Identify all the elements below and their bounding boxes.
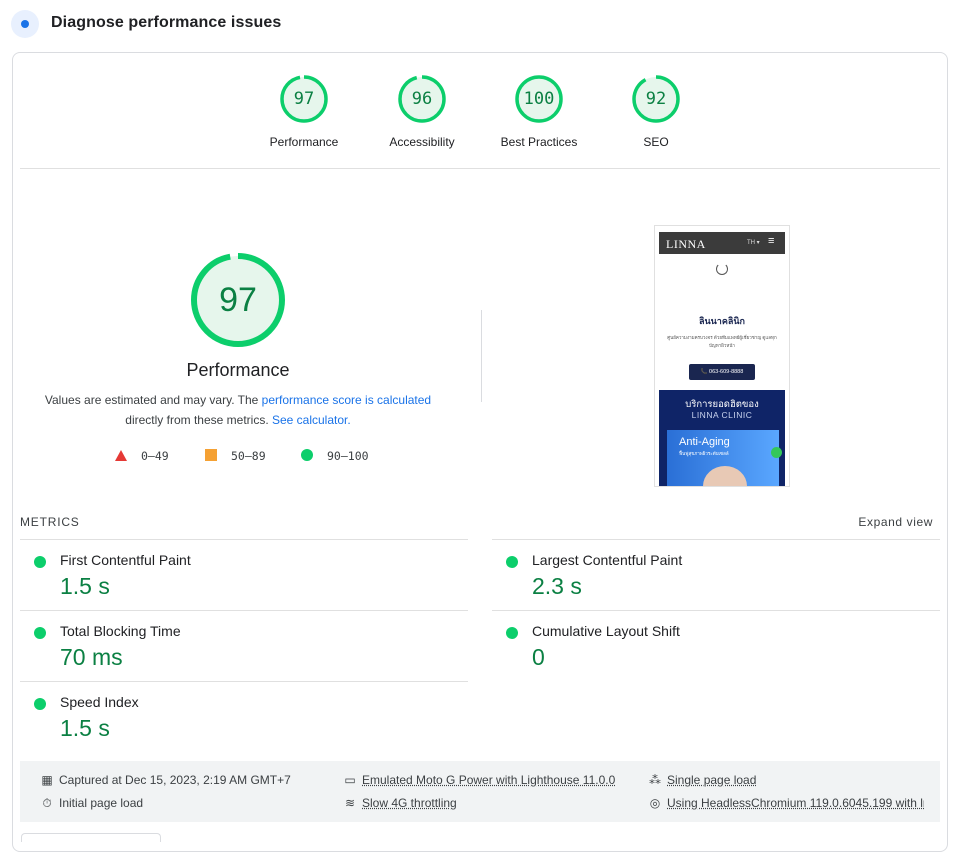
legend-fail: 0–49 [115,449,169,463]
metric-label: Cumulative Layout Shift [532,623,680,639]
triangle-icon [115,450,127,461]
gauge-label-accessibility: Accessibility [389,135,455,149]
vertical-divider [481,310,482,402]
diagnostics-icon [11,10,39,38]
metric-si: Speed Index 1.5 s [20,681,468,753]
circle-icon [301,449,313,461]
performance-title: Performance [186,360,290,380]
thumb-services-section: บริการยอดฮิตของ LINNA CLINIC Anti-Aging … [659,390,785,486]
metric-value: 70 ms [60,644,123,670]
metric-value: 0 [532,644,545,670]
gauge-label-seo: SEO [643,135,669,149]
section-title: Diagnose performance issues [51,14,282,31]
people-icon: ⁂ [649,773,661,787]
footer-single-load[interactable]: ⁂ Single page load [648,773,756,787]
legend-fail-label: 0–49 [141,449,169,463]
metric-label: Largest Contentful Paint [532,552,683,568]
thumb-promo-panel: Anti-Aging ฟื้นฟูสุขภาพผิวระดับเซลล์ [667,430,782,486]
page-screenshot-thumbnail[interactable]: LINNA TH ▾ ≡ ลินนาคลินิก ศูนย์ความงามครบ… [654,225,790,487]
gauge-score-best-practices: 100 [523,89,555,109]
footer-captured: ▦ Captured at Dec 15, 2023, 2:19 AM GMT+7 [41,773,291,787]
thumb-logo: LINNA [666,237,706,251]
view-treemap-button[interactable] [21,833,161,842]
gauge-score-performance: 97 [293,89,315,109]
performance-big-score: 97 [219,281,257,319]
category-gauges: 97 Performance 96 Accessibility 100 Best… [20,52,940,169]
section-header: Diagnose performance issues [0,0,960,48]
timer-icon: ⏱ [42,796,52,810]
thumb-promo-title: Anti-Aging [679,436,730,448]
legend-pass: 90–100 [301,449,369,463]
thumb-brand: ลินนาคลินิก [698,316,745,326]
metric-label: Speed Index [60,694,139,710]
gauge-accessibility[interactable]: 96 Accessibility [367,74,477,149]
hamburger-icon: ≡ [768,235,775,247]
runtime-settings-footer: ▦ Captured at Dec 15, 2023, 2:19 AM GMT+7… [20,761,940,822]
pass-dot-icon [506,556,518,568]
chrome-icon: ◎ [649,796,661,810]
calendar-icon: ▦ [41,773,53,787]
performance-description: Values are estimated and may vary. The p… [40,390,436,430]
metric-tbt: Total Blocking Time 70 ms [20,610,468,682]
footer-browser[interactable]: ◎ Using HeadlessChromium 119.0.6045.199 w… [648,796,924,810]
metric-lcp: Largest Contentful Paint 2.3 s [492,539,940,611]
metric-label: First Contentful Paint [60,552,191,568]
gauge-score-accessibility: 96 [411,89,433,109]
score-calculated-link[interactable]: performance score is calculated [262,393,431,407]
metric-value: 2.3 s [532,573,582,599]
thumb-lang: TH ▾ [747,240,760,246]
expand-view-button[interactable]: Expand view [858,515,933,529]
metric-cls: Cumulative Layout Shift 0 [492,610,940,682]
legend-pass-label: 90–100 [327,449,369,463]
wifi-icon: ≋ [344,796,356,810]
gauge-performance[interactable]: 97 Performance [249,74,359,149]
metric-fcp: First Contentful Paint 1.5 s [20,539,468,611]
metrics-heading: METRICS [20,515,80,529]
footer-throttling[interactable]: ≋ Slow 4G throttling [343,796,457,810]
footer-initial-load: ⏱ Initial page load [40,796,143,811]
gauge-label-performance: Performance [269,135,339,149]
see-calculator-link[interactable]: See calculator. [272,413,351,427]
metric-label: Total Blocking Time [60,623,181,639]
legend-average: 50–89 [205,449,266,463]
thumb-services-sub: LINNA CLINIC [691,410,753,420]
pass-dot-icon [34,627,46,639]
thumb-face-image [703,466,747,486]
thumb-promo-sub: ฟื้นฟูสุขภาพผิวระดับเซลล์ [679,451,729,456]
line-chat-icon [771,447,782,458]
gauge-label-best-practices: Best Practices [500,135,578,149]
pass-dot-icon [506,627,518,639]
metric-value: 1.5 s [60,715,110,741]
devices-icon: ▭ [344,773,356,787]
pass-dot-icon [34,698,46,710]
gauge-score-seo: 92 [645,89,667,109]
thumb-phone-button: 📞 063-609-8888 [689,364,755,380]
metric-value: 1.5 s [60,573,110,599]
pass-dot-icon [34,556,46,568]
thumb-small-text: ศูนย์ความงามครบวงจร ด้วยทีมแพทย์ผู้เชี่ย… [667,335,777,348]
gauge-seo[interactable]: 92 SEO [601,74,711,149]
square-icon [205,449,217,461]
thumb-navbar: LINNA TH ▾ ≡ [659,232,785,254]
gauge-best-practices[interactable]: 100 Best Practices [484,74,594,149]
footer-device[interactable]: ▭ Emulated Moto G Power with Lighthouse 1… [343,773,615,787]
desc-text-2: directly from these metrics. [125,413,272,427]
desc-text-1: Values are estimated and may vary. The [44,393,262,407]
spinner-icon [716,263,728,275]
legend-average-label: 50–89 [231,449,266,463]
